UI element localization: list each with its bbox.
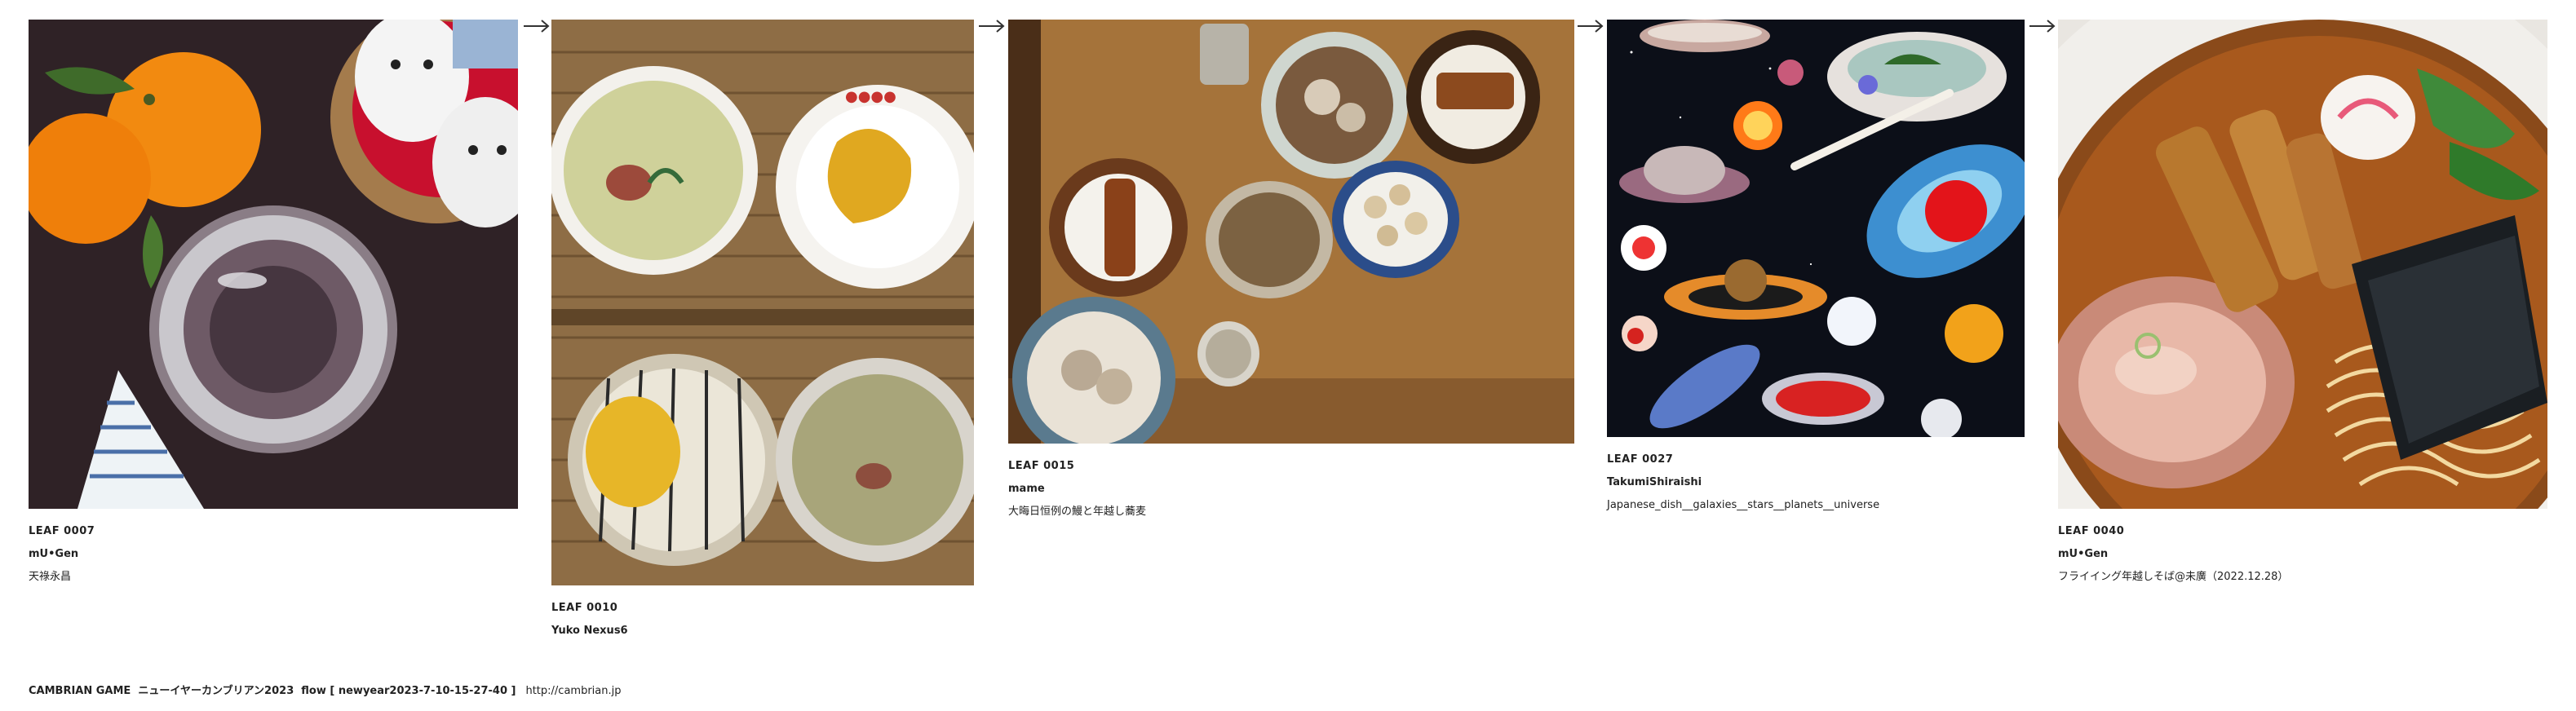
leaf-author[interactable]: TakumiShiraishi	[1607, 471, 2025, 494]
leaf-id[interactable]: LEAF 0015	[1008, 455, 1574, 478]
leaf-id[interactable]: LEAF 0027	[1607, 448, 2025, 471]
leaf-card-4: LEAF 0027 TakumiShiraishi Japanese_dish_…	[1607, 20, 2025, 517]
leaf-image-link-3[interactable]	[1008, 20, 1574, 444]
flow-arrow-icon	[1576, 16, 1605, 36]
leaf-image-link-5[interactable]	[2058, 20, 2547, 509]
leaf-id[interactable]: LEAF 0007	[29, 520, 518, 543]
leaf-title: 天祿永昌	[29, 571, 72, 583]
leaf-author[interactable]: mU•Gen	[29, 543, 518, 566]
leaf-title: 大晦日恒例の鰻と年越し蕎麦	[1008, 506, 1147, 518]
leaf-author[interactable]: mU•Gen	[2058, 543, 2547, 566]
leaf-card-5: LEAF 0040 mU•Gen フライイング年越しそば@未廣（2022.12.…	[2058, 20, 2547, 589]
space-dishes-illustration	[1607, 20, 2025, 437]
footer-text: CAMBRIAN GAME ニューイヤーカンブリアン2023 flow [ ne…	[29, 685, 516, 697]
leaf-image-link-2[interactable]: ●●●●	[551, 20, 974, 585]
leaf-author[interactable]: mame	[1008, 478, 1574, 501]
leaf-author[interactable]: Yuko Nexus6	[551, 620, 974, 643]
leaf-title: フライイング年越しそば@未廣（2022.12.28）	[2058, 571, 2289, 583]
leaf-title: Japanese_dish__galaxies__stars__planets_…	[1607, 499, 1880, 511]
flow-footer: CAMBRIAN GAME ニューイヤーカンブリアン2023 flow [ ne…	[29, 682, 621, 697]
leaf-card-2: ●●●● LEAF 0010 Yuko Nexus6	[551, 20, 974, 643]
flow-arrow-icon	[977, 16, 1007, 36]
flow-arrow-icon	[522, 16, 551, 36]
leaf-id[interactable]: LEAF 0040	[2058, 520, 2547, 543]
tea-and-sweets-photo: ●●●●	[551, 20, 974, 585]
leaf-card-3: LEAF 0015 mame 大晦日恒例の鰻と年越し蕎麦	[1008, 20, 1574, 523]
flow-arrow-icon	[2028, 16, 2057, 36]
leaf-card-1: LEAF 0007 mU•Gen 天祿永昌	[29, 20, 518, 589]
svg-text:●●●●: ●●●●	[845, 88, 896, 105]
leaf-image-link-1[interactable]	[29, 20, 518, 509]
eel-and-soba-dinner-photo	[1008, 20, 1574, 444]
oranges-sake-cup-photo	[29, 20, 518, 509]
ramen-bowl-photo	[2058, 20, 2547, 509]
leaf-image-link-4[interactable]	[1607, 20, 2025, 437]
leaf-id[interactable]: LEAF 0010	[551, 597, 974, 620]
footer-url-link[interactable]: http://cambrian.jp	[525, 685, 621, 697]
